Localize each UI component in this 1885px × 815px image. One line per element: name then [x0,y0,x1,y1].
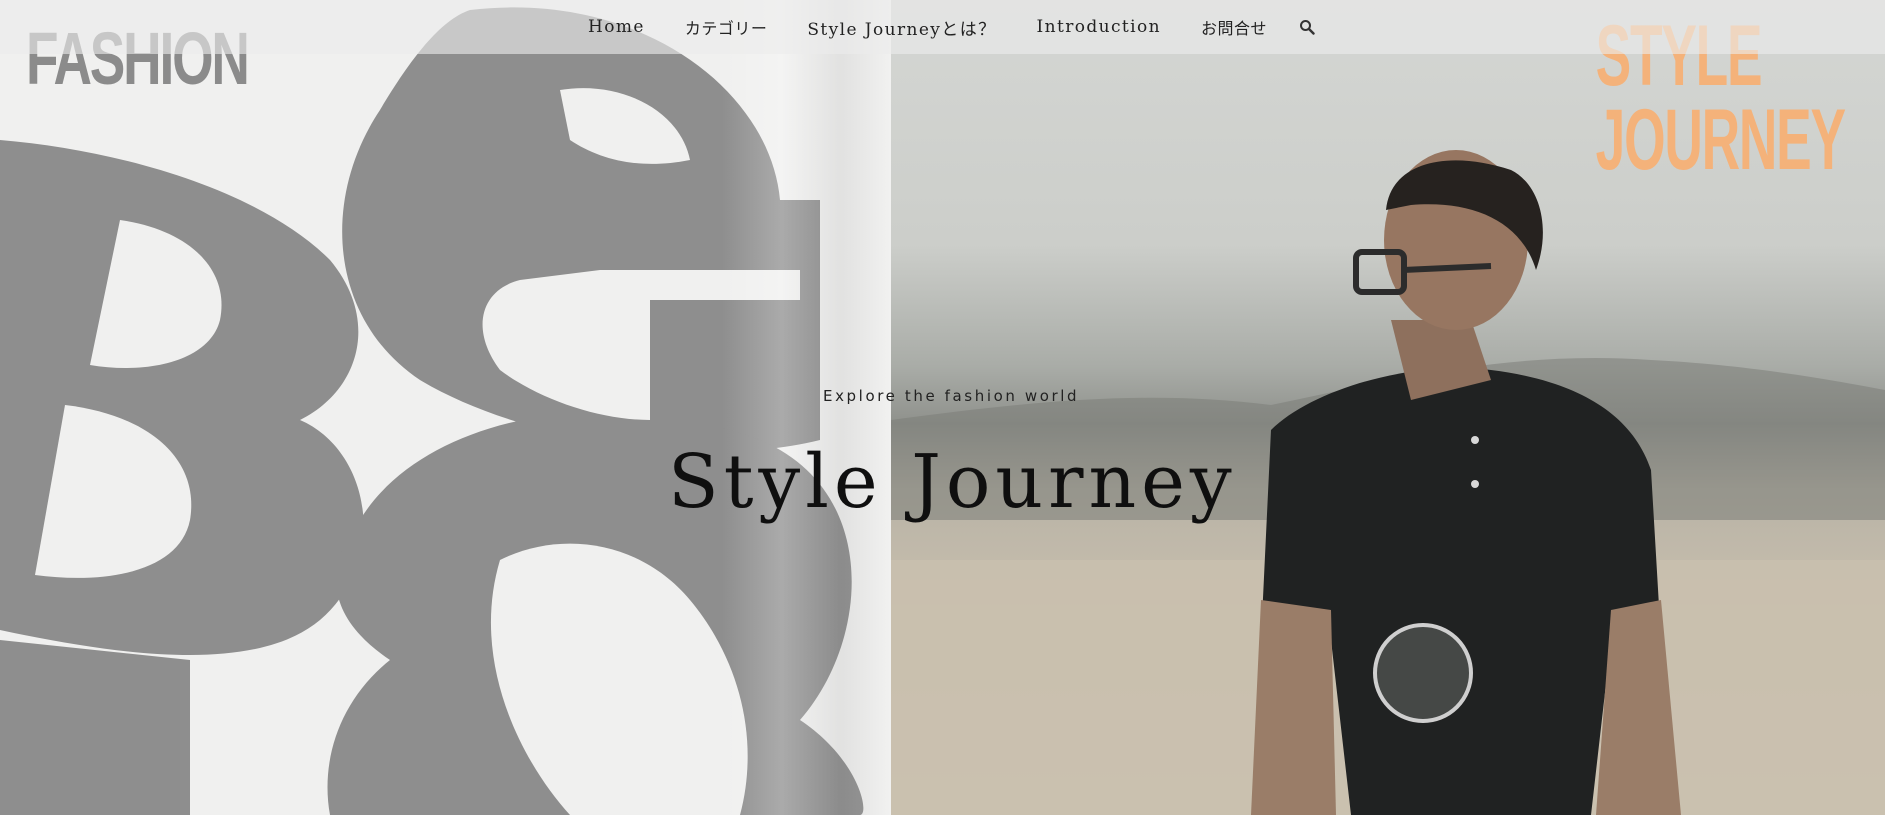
main-navbar: Home カテゴリー Style Journeyとは？ Introduction… [0,0,1885,54]
nav-menu: Home カテゴリー Style Journeyとは？ Introduction… [568,15,1317,40]
nav-about-link[interactable]: Style Journeyとは？ [787,15,1016,40]
nav-category-link[interactable]: カテゴリー [665,15,788,39]
nav-contact-link[interactable]: お問合せ [1181,15,1287,39]
poster-right-photo: STYLE JOURNEY [891,0,1885,815]
logo-line-journey: JOURNEY [1595,92,1846,189]
hero-section: FASHION STYLE JOURNEY Home カテゴリー Style J… [0,0,1885,815]
plastic-overlay [722,0,891,815]
poster-left-panel: FASHION [0,0,891,815]
nav-home-link[interactable]: Home [568,17,665,37]
search-icon[interactable] [1297,17,1317,37]
nav-introduction-link[interactable]: Introduction [1017,17,1181,37]
